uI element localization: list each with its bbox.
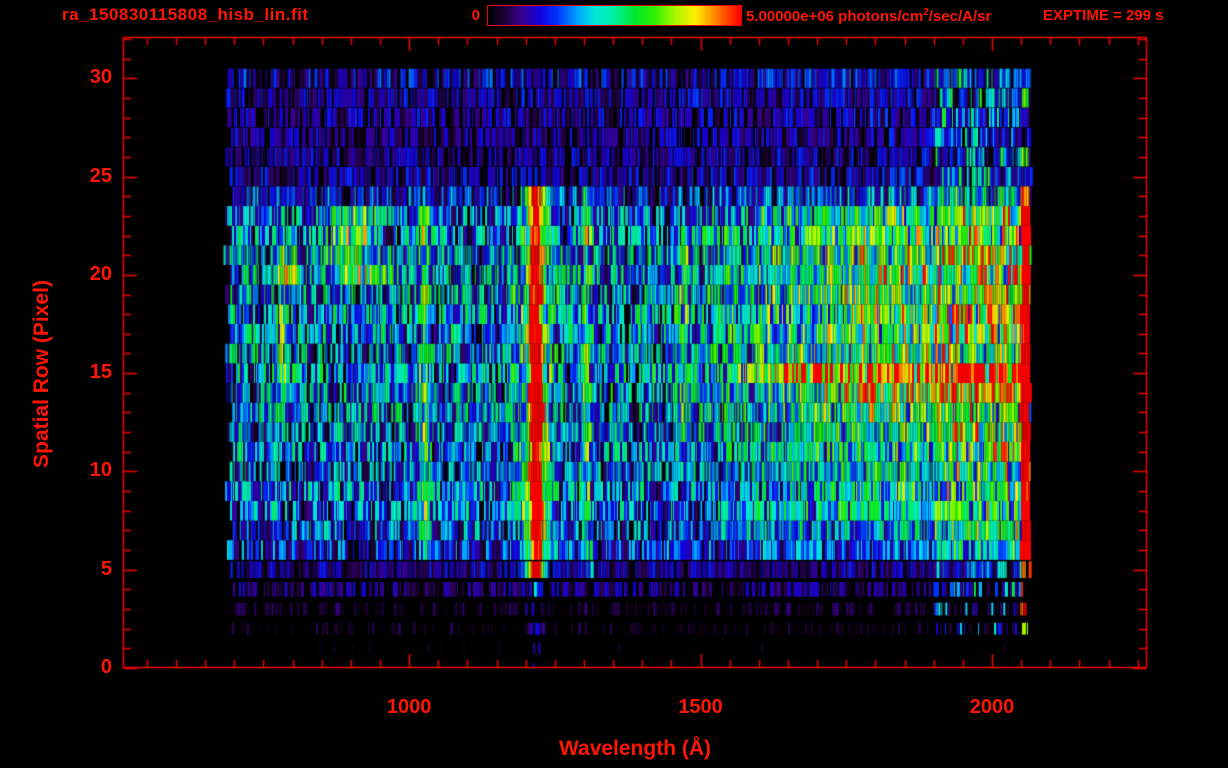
y-tick-label: 25: [89, 164, 112, 187]
x-axis-title: Wavelength (Å): [558, 737, 712, 760]
y-tick-label: 15: [89, 361, 112, 384]
y-tick-label: 0: [100, 656, 112, 678]
y-tick-label: 30: [89, 66, 112, 89]
x-tick-label: 2000: [969, 696, 1015, 718]
x-tick-label: 1000: [386, 696, 432, 718]
y-tick-label: 10: [89, 459, 112, 482]
y-axis-title: Spatial Row (Pixel): [30, 280, 53, 468]
y-tick-label: 5: [100, 557, 112, 580]
spectral-image-window: ra_150830115808_hisb_lin.fit 0 5.00000e+…: [0, 0, 1228, 768]
y-tick-label: 20: [89, 262, 112, 285]
x-tick-label: 1500: [678, 696, 723, 718]
spectrogram-canvas: [0, 0, 1228, 768]
